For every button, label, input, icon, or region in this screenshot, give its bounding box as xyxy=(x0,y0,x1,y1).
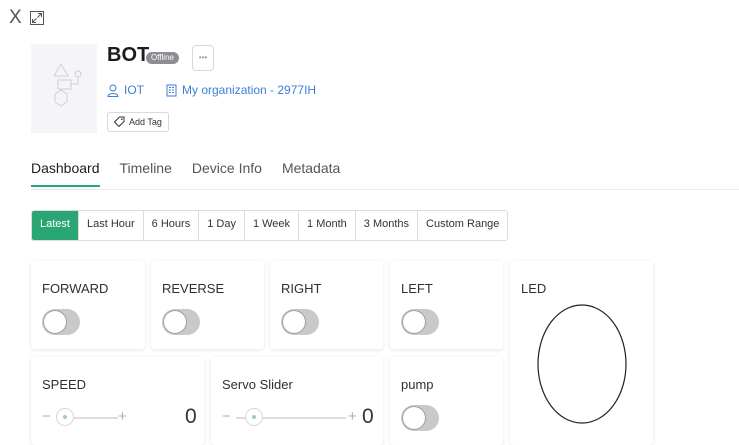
range-1-month[interactable]: 1 Month xyxy=(299,211,356,240)
switch-knob xyxy=(402,310,426,334)
speed-increment[interactable]: + xyxy=(118,408,127,425)
servo-slider[interactable]: − + 0 xyxy=(222,405,374,431)
widget-label: SPEED xyxy=(42,377,87,392)
close-button[interactable]: X xyxy=(9,8,22,28)
widget-left: LEFT xyxy=(390,261,503,349)
tab-metadata[interactable]: Metadata xyxy=(282,160,340,187)
switch-knob xyxy=(43,310,67,334)
more-options-button[interactable]: ••• xyxy=(192,45,214,71)
widget-label: REVERSE xyxy=(162,281,225,296)
device-name: BOT xyxy=(107,44,150,66)
range-custom[interactable]: Custom Range xyxy=(418,211,508,240)
widget-label: FORWARD xyxy=(42,281,109,296)
reverse-switch[interactable] xyxy=(162,309,200,335)
template-link[interactable]: IOT xyxy=(124,83,144,97)
status-badge: Offline xyxy=(146,52,179,64)
forward-switch[interactable] xyxy=(42,309,80,335)
device-meta: IOT My organization - 2977IH xyxy=(107,83,316,97)
widget-right: RIGHT xyxy=(270,261,383,349)
widget-led: LED xyxy=(510,261,653,445)
widget-label: pump xyxy=(401,377,434,392)
speed-decrement[interactable]: − xyxy=(42,408,51,425)
switch-knob xyxy=(163,310,187,334)
tab-device-info[interactable]: Device Info xyxy=(192,160,262,187)
user-icon xyxy=(107,84,119,97)
slider-thumb[interactable] xyxy=(245,408,263,426)
slider-thumb[interactable] xyxy=(56,408,74,426)
tab-timeline[interactable]: Timeline xyxy=(120,160,172,187)
range-latest[interactable]: Latest xyxy=(32,211,79,240)
widget-label: LED xyxy=(521,281,547,296)
widget-speed: SPEED − + 0 xyxy=(31,357,204,445)
widget-servo: Servo Slider − + 0 xyxy=(211,357,383,445)
tab-dashboard[interactable]: Dashboard xyxy=(31,160,100,187)
speed-slider[interactable]: − + 0 xyxy=(42,405,197,431)
range-last-hour[interactable]: Last Hour xyxy=(78,211,144,240)
pump-switch[interactable] xyxy=(401,405,439,431)
range-1-day[interactable]: 1 Day xyxy=(199,211,245,240)
left-switch[interactable] xyxy=(401,309,439,335)
tag-icon xyxy=(113,116,125,129)
widget-reverse: REVERSE xyxy=(151,261,264,349)
device-tabs: Dashboard Timeline Device Info Metadata xyxy=(31,160,360,187)
widget-pump: pump xyxy=(390,357,503,445)
widget-forward: FORWARD xyxy=(31,261,145,349)
organization-link[interactable]: My organization - 2977IH xyxy=(182,83,316,97)
add-tag-button[interactable]: Add Tag xyxy=(107,112,169,132)
speed-value: 0 xyxy=(185,405,197,428)
building-icon xyxy=(166,84,177,97)
tabs-divider xyxy=(31,189,739,190)
switch-knob xyxy=(402,406,426,430)
time-range-selector: Latest Last Hour 6 Hours 1 Day 1 Week 1 … xyxy=(31,210,509,241)
servo-value: 0 xyxy=(362,405,374,428)
right-switch[interactable] xyxy=(281,309,319,335)
widget-label: RIGHT xyxy=(281,281,322,296)
range-1-week[interactable]: 1 Week xyxy=(244,211,300,240)
servo-increment[interactable]: + xyxy=(348,408,357,425)
servo-decrement[interactable]: − xyxy=(222,408,231,425)
led-indicator xyxy=(537,304,627,424)
device-image-placeholder xyxy=(31,44,97,133)
switch-knob xyxy=(282,310,306,334)
add-tag-label: Add Tag xyxy=(129,117,162,127)
range-3-months[interactable]: 3 Months xyxy=(355,211,419,240)
widget-label: Servo Slider xyxy=(222,377,293,392)
widget-label: LEFT xyxy=(401,281,433,296)
range-6-hours[interactable]: 6 Hours xyxy=(143,211,200,240)
expand-icon[interactable] xyxy=(30,11,44,25)
